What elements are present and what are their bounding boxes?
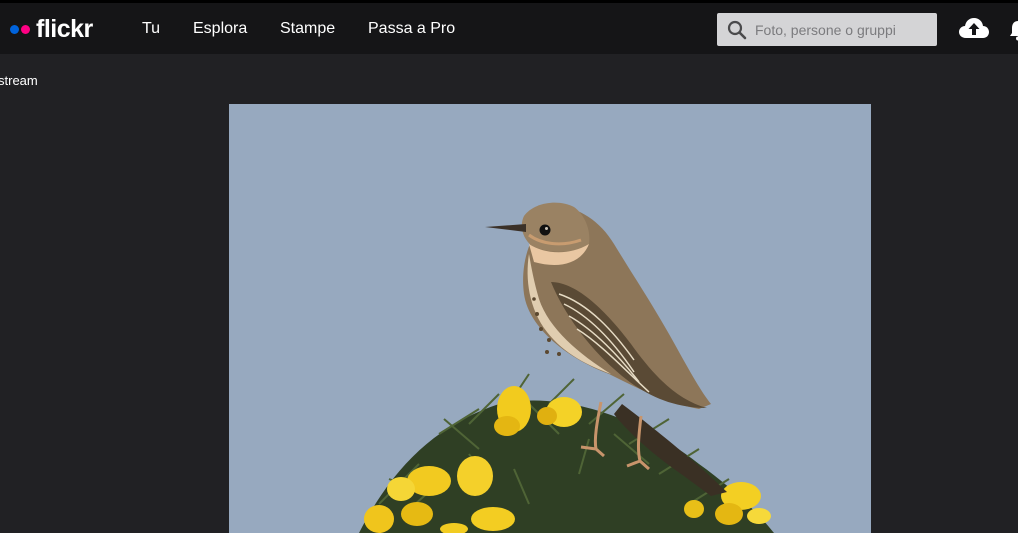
logo-pink-dot (21, 24, 30, 34)
logo-text: flickr (36, 15, 93, 43)
bird-on-gorse-photo[interactable] (229, 104, 871, 533)
upload-cloud-icon[interactable] (958, 16, 990, 40)
search-input[interactable] (755, 13, 930, 46)
nav-item-passa-a-pro[interactable]: Passa a Pro (368, 20, 455, 38)
nav-item-esplora[interactable]: Esplora (193, 20, 247, 38)
photostream-breadcrumb[interactable]: stream (0, 73, 38, 88)
top-navigation-bar: flickr Tu Esplora Stampe Passa a Pro (0, 0, 1018, 54)
photo-image (229, 104, 871, 533)
search-box[interactable] (717, 13, 937, 46)
logo-blue-dot (10, 24, 19, 34)
notifications-bell-icon[interactable] (1010, 19, 1018, 41)
search-icon[interactable] (727, 20, 747, 40)
flickr-logo[interactable]: flickr (10, 14, 93, 44)
nav-item-tu[interactable]: Tu (142, 20, 160, 38)
nav-item-stampe[interactable]: Stampe (280, 20, 335, 38)
